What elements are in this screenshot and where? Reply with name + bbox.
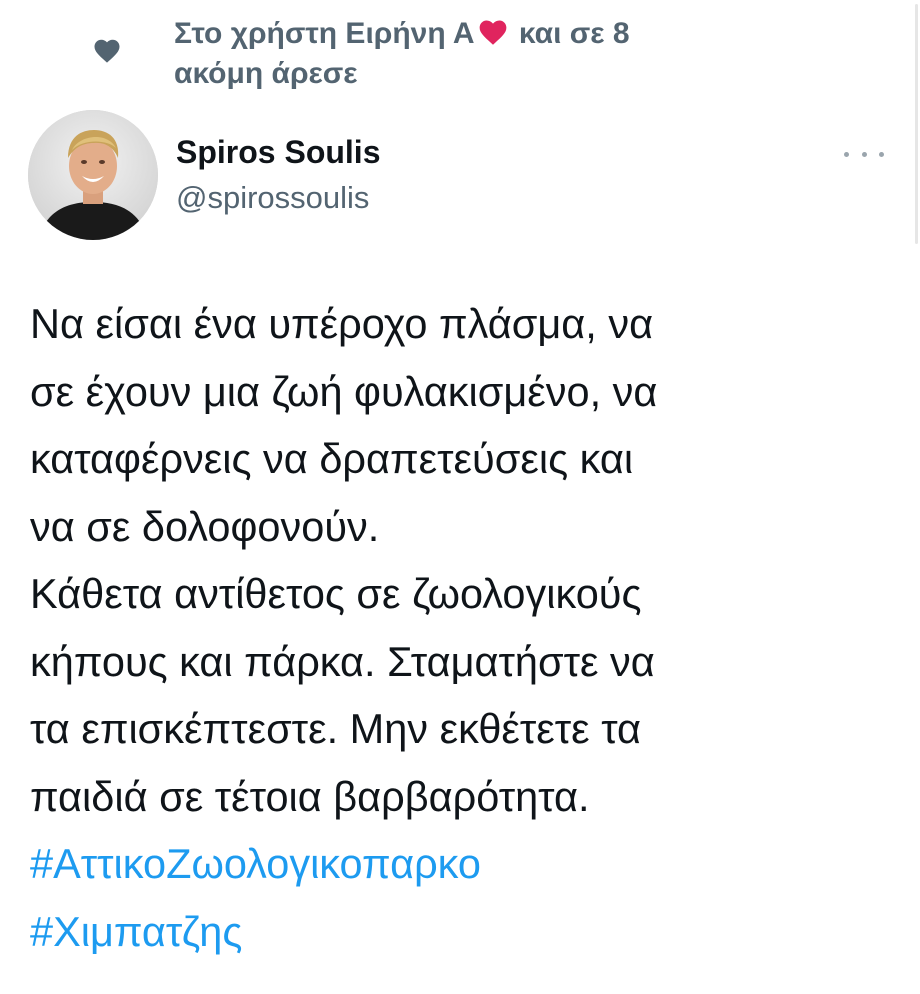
more-dot — [844, 151, 849, 157]
more-options-icon[interactable] — [844, 146, 884, 162]
author-name[interactable]: Spiros Soulis — [176, 134, 380, 171]
social-context[interactable]: Στο χρήστη Ειρήνη Α και σε 8 ακόμη άρεσε — [94, 14, 718, 94]
red-heart-emoji-icon — [479, 20, 506, 45]
social-context-text: Στο χρήστη Ειρήνη Α και σε 8 ακόμη άρεσε — [174, 14, 714, 94]
more-dot — [861, 151, 867, 157]
tweet-line: καταφέρνεις να δραπετεύσεις και — [30, 435, 634, 482]
tweet-author: Spiros Soulis @spirossoulis — [28, 110, 888, 240]
author-handle[interactable]: @spirossoulis — [176, 180, 369, 216]
tweet-line: κήπους και πάρκα. Σταματήστε να — [30, 637, 655, 685]
tweet-line: σε έχουν μια ζωή φυλακισμένο, να — [30, 367, 658, 415]
tweet-line: τα επισκέπτεστε. Μην εκθέτετε τα — [30, 705, 642, 752]
more-dot — [879, 151, 884, 157]
tweet-line: Να είσαι ένα υπέροχο πλάσμα, να — [30, 300, 654, 347]
profile-photo-icon — [28, 110, 158, 240]
tweet-line: Κάθετα αντίθετος σε ζωολογικούς — [30, 570, 642, 617]
tweet-text: Να είσαι ένα υπέροχο πλάσμα, να σε έχουν… — [30, 290, 890, 965]
tweet-line: να σε δολοφονούν. — [30, 502, 380, 550]
heart-icon — [94, 39, 120, 63]
avatar[interactable] — [28, 110, 158, 240]
scrollbar[interactable] — [915, 4, 918, 244]
tweet-line: παιδιά σε τέτοια βαρβαρότητα. — [30, 772, 590, 820]
hashtag-link[interactable]: #Χιμπατζης — [30, 898, 890, 966]
context-text-before: Στο χρήστη Ειρήνη Α — [174, 17, 475, 50]
hashtag-link[interactable]: #ΑττικοΖωολογικοπαρκο — [30, 830, 890, 898]
tweet-view: Στο χρήστη Ειρήνη Α και σε 8 ακόμη άρεσε — [0, 0, 920, 994]
